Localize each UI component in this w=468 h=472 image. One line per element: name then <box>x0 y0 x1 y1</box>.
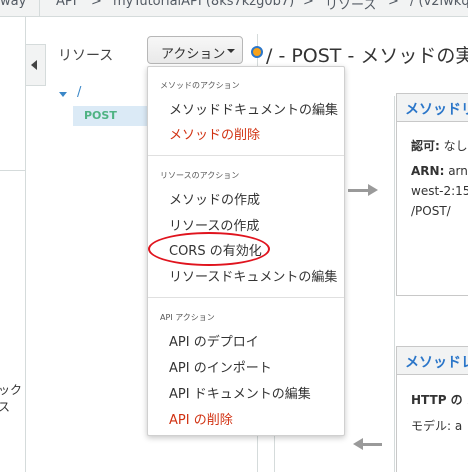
tree-root-resource[interactable]: / <box>77 85 81 100</box>
actions-button[interactable]: アクション <box>147 36 243 64</box>
menu-item-edit-api-docs[interactable]: API ドキュメントの編集 <box>169 383 311 402</box>
flow-arrow-left <box>362 443 382 446</box>
method-status-icon <box>251 46 263 58</box>
http-status-row: HTTP の ス <box>411 391 468 408</box>
left-nav-divider <box>0 170 26 171</box>
menu-item-edit-resource-docs[interactable]: リソースドキュメントの編集 <box>169 266 337 285</box>
breadcrumb-item-current: / (v2lwkq <box>410 0 468 9</box>
method-response-card-title[interactable]: メソッドレ <box>405 352 468 372</box>
menu-item-delete-api[interactable]: API の削除 <box>169 409 233 428</box>
arn-value: arn <box>448 164 468 178</box>
page-title: / - POST - メソッドの実 <box>266 45 468 67</box>
model-value: a <box>454 419 463 433</box>
breadcrumb-separator: > <box>303 0 314 9</box>
menu-item-create-method[interactable]: メソッドの作成 <box>169 189 260 208</box>
left-nav-item[interactable]: ックス <box>0 381 25 415</box>
menu-section-method-actions: メソッドのアクション <box>160 81 240 90</box>
arrow-right-icon <box>368 184 378 196</box>
arn-line-2: west-2:15 <box>411 184 468 198</box>
menu-item-deploy-api[interactable]: API のデプロイ <box>169 331 259 350</box>
flow-line <box>394 96 395 472</box>
auth-row: 認可: なし <box>411 137 468 154</box>
caret-down-icon <box>227 49 235 53</box>
tree-expand-icon[interactable] <box>59 92 67 97</box>
menu-item-enable-cors[interactable]: CORS の有効化 <box>169 240 262 259</box>
arn-label: ARN: <box>411 164 445 178</box>
model-label: モデル: <box>411 419 452 433</box>
menu-item-edit-method-docs[interactable]: メソッドドキュメントの編集 <box>169 99 338 118</box>
flow-arrow-right <box>348 189 370 192</box>
tree-method-post-label: POST <box>84 109 117 122</box>
method-request-card-header[interactable]: メソッドリ <box>397 94 468 122</box>
tree-method-post[interactable]: POST <box>73 106 151 126</box>
method-response-card: メソッドレ HTTP の ス モデル: a <box>396 346 468 472</box>
method-response-card-header[interactable]: メソッドレ <box>397 347 468 375</box>
breadcrumb-item-resources[interactable]: リソース <box>325 0 376 13</box>
menu-item-import-api[interactable]: API のインポート <box>169 357 272 376</box>
breadcrumb-item-api[interactable]: API <box>56 0 77 9</box>
method-request-card-title[interactable]: メソッドリ <box>405 99 468 119</box>
menu-section-api-actions: API アクション <box>160 313 215 322</box>
menu-section-resource-actions: リソースのアクション <box>160 171 240 180</box>
resources-title: リソース <box>58 48 114 64</box>
arn-row: ARN: arn <box>411 164 468 178</box>
menu-item-delete-method[interactable]: メソッドの削除 <box>169 124 260 143</box>
menu-divider <box>148 155 344 156</box>
left-nav: ックス <box>0 17 26 472</box>
arrow-left-icon <box>353 438 363 450</box>
actions-button-label: アクション <box>161 47 226 62</box>
breadcrumb-separator: > <box>91 0 102 9</box>
arn-line-3: /POST/ <box>411 204 451 218</box>
breadcrumb-item-gateway[interactable]: way <box>0 0 26 9</box>
menu-item-create-resource[interactable]: リソースの作成 <box>169 215 259 234</box>
auth-label: 認可: <box>411 139 440 153</box>
breadcrumb-separator: > <box>388 0 399 9</box>
menu-divider <box>148 297 344 298</box>
caret-left-icon <box>31 60 37 70</box>
auth-value: なし <box>443 139 468 153</box>
method-request-card: メソッドリ 認可: なし ARN: arn west-2:15 /POST/ <box>396 93 468 296</box>
breadcrumb-divider <box>39 0 40 16</box>
model-row: モデル: a <box>411 417 462 434</box>
breadcrumb: way API > myTutorialAPI (8ks7kzg0b7) > リ… <box>0 0 468 17</box>
collapse-sidebar-button[interactable] <box>26 44 46 86</box>
breadcrumb-item-api-name[interactable]: myTutorialAPI (8ks7kzg0b7) <box>113 0 294 9</box>
actions-dropdown-menu: メソッドのアクション メソッドドキュメントの編集 メソッドの削除 リソースのアク… <box>147 66 345 436</box>
http-status-label: HTTP の <box>411 393 463 407</box>
